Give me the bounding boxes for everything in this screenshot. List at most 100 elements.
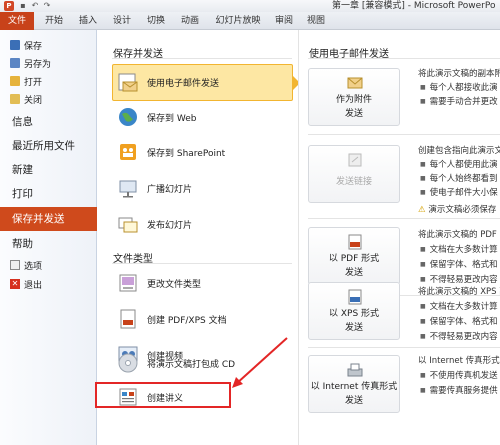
nav-recent[interactable]: 最近所用文件: [12, 136, 75, 156]
options-icon: [10, 260, 20, 270]
link-warning: ⚠ 演示文稿必须保存: [418, 203, 500, 215]
nav-exit-label: 退出: [24, 280, 43, 291]
tab-view[interactable]: 视图: [302, 12, 330, 30]
option-broadcast-slides-label: 广播幻灯片: [147, 184, 193, 195]
nav-options[interactable]: 选项: [10, 257, 42, 273]
pdf-bullet: 不得轻易更改内容: [420, 273, 500, 285]
divider: [308, 134, 500, 135]
option-broadcast-slides[interactable]: 广播幻灯片: [112, 171, 292, 205]
link-bullet: 每个人始终都看到: [420, 172, 500, 184]
nav-save-as[interactable]: 另存为: [10, 55, 51, 71]
tab-home[interactable]: 开始: [40, 12, 68, 30]
attachment-icon: [347, 75, 363, 91]
pdf-bullet: 文档在大多数计算: [420, 243, 500, 255]
nav-save[interactable]: 保存: [10, 37, 42, 53]
fax-description: 以 Internet 传真形式: [418, 356, 500, 366]
option-create-pdf-xps-label: 创建 PDF/XPS 文档: [147, 315, 227, 326]
nav-options-label: 选项: [24, 261, 43, 272]
divider: [112, 263, 292, 264]
xps-bullet: 不得轻易更改内容: [420, 330, 500, 342]
link-description: 创建包含指向此演示文: [418, 146, 500, 156]
tab-transitions[interactable]: 切换: [142, 12, 170, 30]
tab-slideshow[interactable]: 幻灯片放映: [210, 12, 266, 30]
globe-icon: [117, 106, 139, 128]
fax-bullet: 不使用传真机发送: [420, 369, 500, 381]
option-publish-slides-label: 发布幻灯片: [147, 220, 193, 231]
pdf-description: 将此演示文稿的 PDF 副: [418, 230, 500, 240]
option-send-email[interactable]: 使用电子邮件发送: [112, 65, 292, 99]
link-bullet: 每个人都使用此演: [420, 158, 500, 170]
xps-description: 将此演示文稿的 XPS 副: [418, 287, 500, 297]
attachment-bullet: 每个人都接收此演: [420, 81, 500, 93]
tab-animations[interactable]: 动画: [176, 12, 204, 30]
link-warning-text: 演示文稿必须保存: [428, 205, 497, 215]
send-as-pdf-button[interactable]: 以 PDF 形式 发送: [308, 227, 400, 285]
save-icon[interactable]: ▪: [18, 1, 28, 11]
cd-icon: [117, 352, 139, 374]
broadcast-icon: [117, 177, 139, 199]
option-create-pdf-xps[interactable]: 创建 PDF/XPS 文档: [112, 302, 292, 336]
link-icon: [347, 152, 363, 168]
option-save-to-sharepoint-label: 保存到 SharePoint: [147, 148, 226, 159]
pdf-document-icon: [117, 308, 139, 330]
nav-help[interactable]: 帮助: [12, 234, 33, 254]
link-bullet: 使电子邮件大小保: [420, 186, 500, 198]
change-file-type-icon: [117, 272, 139, 294]
fax-icon: [347, 362, 363, 378]
save-as-icon: [10, 58, 20, 68]
send-as-attachment-label-2: 发送: [344, 109, 363, 119]
send-as-xps-button[interactable]: 以 XPS 形式 发送: [308, 282, 400, 340]
nav-exit[interactable]: ✕ 退出: [10, 276, 42, 292]
send-as-pdf-label-2: 发送: [344, 268, 363, 278]
send-as-attachment-label-1: 作为附件: [335, 95, 372, 105]
tab-file[interactable]: 文件: [0, 12, 34, 30]
send-as-attachment-button[interactable]: 作为附件 发送: [308, 68, 400, 126]
option-save-to-web[interactable]: 保存到 Web: [112, 100, 292, 134]
send-as-internet-fax-button[interactable]: 以 Internet 传真形式 发送: [308, 355, 400, 413]
annotation-box: [95, 382, 231, 408]
nav-save-and-send-label: 保存并发送: [12, 213, 65, 225]
nav-new[interactable]: 新建: [12, 160, 33, 180]
powerpoint-app-icon[interactable]: P: [4, 1, 14, 11]
option-package-to-cd[interactable]: 将演示文稿打包成 CD: [112, 346, 292, 380]
nav-save-label: 保存: [24, 41, 43, 52]
email-icon: [117, 71, 139, 93]
open-folder-icon: [10, 76, 20, 86]
exit-icon: ✕: [10, 279, 20, 289]
nav-print[interactable]: 打印: [12, 184, 33, 204]
pdf-bullet: 保留字体、格式和: [420, 258, 500, 270]
option-publish-slides[interactable]: 发布幻灯片: [112, 207, 292, 241]
option-change-file-type[interactable]: 更改文件类型: [112, 266, 292, 300]
send-link-label: 发送链接: [335, 177, 372, 187]
nav-close-label: 关闭: [24, 95, 43, 106]
redo-icon[interactable]: ↷: [42, 1, 52, 11]
nav-info[interactable]: 信息: [12, 112, 33, 132]
option-send-email-label: 使用电子邮件发送: [147, 78, 220, 89]
divider: [308, 347, 500, 348]
xps-icon: [347, 289, 363, 305]
send-as-internet-fax-label-2: 发送: [344, 396, 363, 406]
pdf-icon: [347, 234, 363, 250]
tab-review[interactable]: 审阅: [270, 12, 298, 30]
nav-open[interactable]: 打开: [10, 73, 42, 89]
publish-slides-icon: [117, 213, 139, 235]
attachment-description: 将此演示文稿的副本附: [418, 69, 500, 79]
ribbon-tabs: 文件 开始 插入 设计 切换 动画 幻灯片放映 审阅 视图: [0, 12, 500, 30]
option-change-file-type-label: 更改文件类型: [147, 279, 202, 290]
tab-design[interactable]: 设计: [108, 12, 136, 30]
nav-close[interactable]: 关闭: [10, 91, 42, 107]
tab-insert[interactable]: 插入: [74, 12, 102, 30]
xps-bullet: 文档在大多数计算: [420, 300, 500, 312]
send-as-pdf-label-1: 以 PDF 形式: [328, 254, 380, 264]
option-save-to-sharepoint[interactable]: 保存到 SharePoint: [112, 135, 292, 169]
nav-save-as-label: 另存为: [24, 59, 52, 70]
warning-icon: ⚠: [418, 205, 426, 215]
xps-bullet: 保留字体、格式和: [420, 315, 500, 327]
divider: [308, 58, 500, 59]
nav-open-label: 打开: [24, 77, 43, 88]
nav-save-and-send[interactable]: 保存并发送: [0, 207, 105, 231]
undo-icon[interactable]: ↶: [30, 1, 40, 11]
fax-bullet: 需要传真服务提供: [420, 384, 500, 396]
send-link-button[interactable]: 发送链接: [308, 145, 400, 203]
attachment-bullet: 需要手动合并更改: [420, 95, 500, 107]
